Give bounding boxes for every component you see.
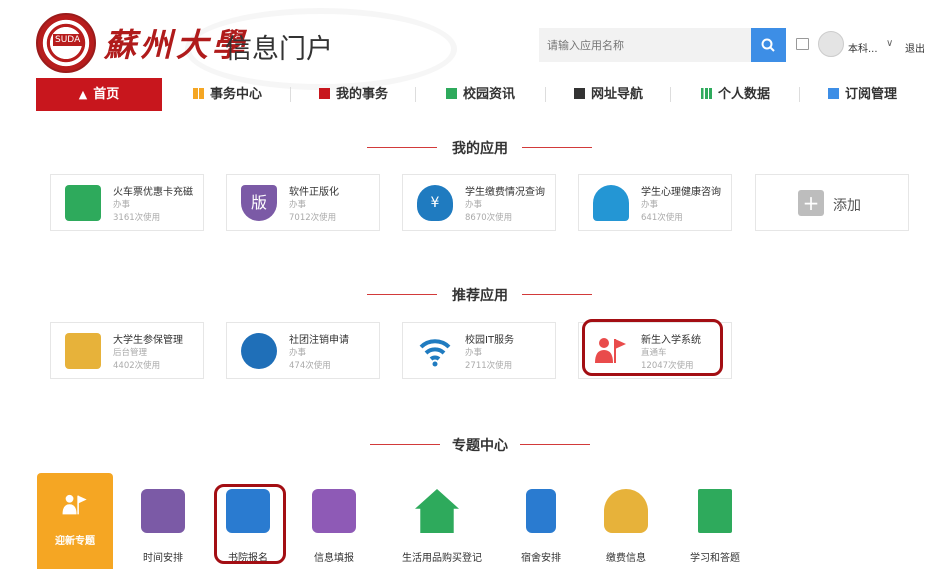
nav-campus-news[interactable]: 校园资讯: [446, 78, 515, 111]
topic-study-quiz[interactable]: 学习和答题: [680, 489, 750, 564]
topic-label: 信息填报: [314, 553, 354, 564]
topic-label: 迎新专题: [55, 536, 95, 547]
mail-icon: [446, 88, 457, 99]
topic-info-fill[interactable]: 信息填报: [299, 489, 369, 564]
app-type: 办事: [289, 200, 307, 210]
app-type: 办事: [289, 348, 307, 358]
app-usage: 8670次使用: [465, 213, 513, 223]
app-type: 办事: [641, 200, 659, 210]
app-name: 社团注销申请: [289, 335, 349, 346]
app-name: 校园IT服务: [465, 335, 515, 346]
section-title-my-apps: 我的应用: [452, 141, 508, 157]
app-card[interactable]: ¥ 学生缴费情况查询 办事 8670次使用: [402, 174, 556, 231]
insurance-document-icon: [65, 333, 101, 369]
add-app-button[interactable]: + 添加: [755, 174, 909, 231]
app-card[interactable]: 校园IT服务 办事 2711次使用: [402, 322, 556, 379]
user-name[interactable]: 本科...: [848, 40, 878, 55]
app-card[interactable]: 大学生参保管理 后台管理 4402次使用: [50, 322, 204, 379]
topic-dorm-arrangement[interactable]: 宿舍安排: [506, 489, 576, 564]
checklist-pencil-icon: [141, 489, 185, 533]
doctor-icon: [593, 185, 629, 221]
search-input[interactable]: [539, 28, 751, 62]
app-type: 办事: [465, 200, 483, 210]
app-card[interactable]: 火车票优惠卡充磁 办事 3161次使用: [50, 174, 204, 231]
app-usage: 2711次使用: [465, 361, 513, 371]
edit-pencil-icon: [312, 489, 356, 533]
nav-personal-data[interactable]: 个人数据: [701, 78, 770, 111]
university-seal-logo[interactable]: SUDA: [36, 13, 96, 73]
search-icon: [761, 38, 775, 52]
topic-label: 缴费信息: [606, 553, 646, 564]
app-name: 火车票优惠卡充磁: [113, 187, 193, 198]
divider-line: [522, 147, 592, 148]
wifi-icon: [417, 333, 453, 369]
logout-link[interactable]: 退出: [905, 40, 925, 55]
header: SUDA 蘇州大學 信息门户 本科... ∨ 退出: [0, 0, 941, 90]
app-usage: 641次使用: [641, 213, 683, 223]
user-avatar[interactable]: [818, 31, 844, 57]
divider-line: [370, 444, 440, 445]
topic-label: 生活用品购买登记: [402, 553, 482, 564]
topic-label: 学习和答题: [690, 553, 740, 564]
app-usage: 4402次使用: [113, 361, 161, 371]
house-icon: [415, 489, 459, 533]
topic-schedule[interactable]: 时间安排: [128, 489, 198, 564]
add-label: 添加: [833, 198, 861, 214]
divider-line: [367, 147, 437, 148]
topic-welcome-new-students[interactable]: 迎新专题: [37, 473, 113, 569]
app-usage: 474次使用: [289, 361, 331, 371]
bar-chart-icon: [701, 88, 712, 99]
section-title-topics: 专题中心: [452, 438, 508, 454]
app-name: 学生心理健康咨询: [641, 187, 721, 198]
app-name: 学生缴费情况查询: [465, 187, 545, 198]
topic-label: 时间安排: [143, 553, 183, 564]
app-usage: 3161次使用: [113, 213, 161, 223]
app-card[interactable]: 社团注销申请 办事 474次使用: [226, 322, 380, 379]
nav-my-affairs[interactable]: 我的事务: [319, 78, 388, 111]
search-button[interactable]: [751, 28, 786, 62]
plus-icon: +: [798, 190, 824, 216]
home-icon: ▲: [78, 88, 88, 101]
document-person-icon: [698, 489, 732, 533]
highlight-annotation: [214, 484, 286, 564]
divider-line: [522, 294, 592, 295]
divider-line: [367, 294, 437, 295]
app-name: 大学生参保管理: [113, 335, 183, 346]
chevron-down-icon[interactable]: ∨: [886, 38, 893, 49]
app-type: 办事: [113, 200, 131, 210]
building-icon: [526, 489, 556, 533]
topic-payment-info[interactable]: 缴费信息: [591, 489, 661, 564]
divider-line: [520, 444, 590, 445]
section-title-recommended: 推荐应用: [452, 288, 508, 304]
topic-label: 宿舍安排: [521, 553, 561, 564]
bookmark-icon: [319, 88, 330, 99]
nav-affairs-center[interactable]: 事务中心: [193, 78, 262, 111]
highlight-annotation: [582, 319, 723, 376]
subscribe-icon: [828, 88, 839, 99]
group-people-icon: [241, 333, 277, 369]
nav-home[interactable]: ▲ 首页: [36, 78, 162, 111]
app-card[interactable]: 版 软件正版化 办事 7012次使用: [226, 174, 380, 231]
app-type: 后台管理: [113, 348, 148, 358]
shield-version-icon: 版: [241, 185, 277, 221]
money-bag-search-icon: ¥: [417, 185, 453, 221]
grid-icon: [193, 88, 204, 99]
app-type: 办事: [465, 348, 483, 358]
app-usage: 7012次使用: [289, 213, 337, 223]
nav-subscription-management[interactable]: 订阅管理: [828, 78, 897, 111]
calendar-icon[interactable]: [796, 38, 809, 50]
portal-title: 信息门户: [225, 34, 333, 65]
app-name: 软件正版化: [289, 187, 339, 198]
browser-icon: [574, 88, 585, 99]
topic-daily-goods-purchase[interactable]: 生活用品购买登记: [402, 489, 482, 564]
main-nav: ▲ 首页 事务中心 我的事务 校园资讯 网址导航 个人数据 订阅管理: [36, 78, 906, 111]
card-reader-icon: [65, 185, 101, 221]
person-flag-icon: [62, 494, 87, 515]
nav-url-navigation[interactable]: 网址导航: [574, 78, 643, 111]
app-card[interactable]: 学生心理健康咨询 办事 641次使用: [578, 174, 732, 231]
hand-coin-icon: [604, 489, 648, 533]
